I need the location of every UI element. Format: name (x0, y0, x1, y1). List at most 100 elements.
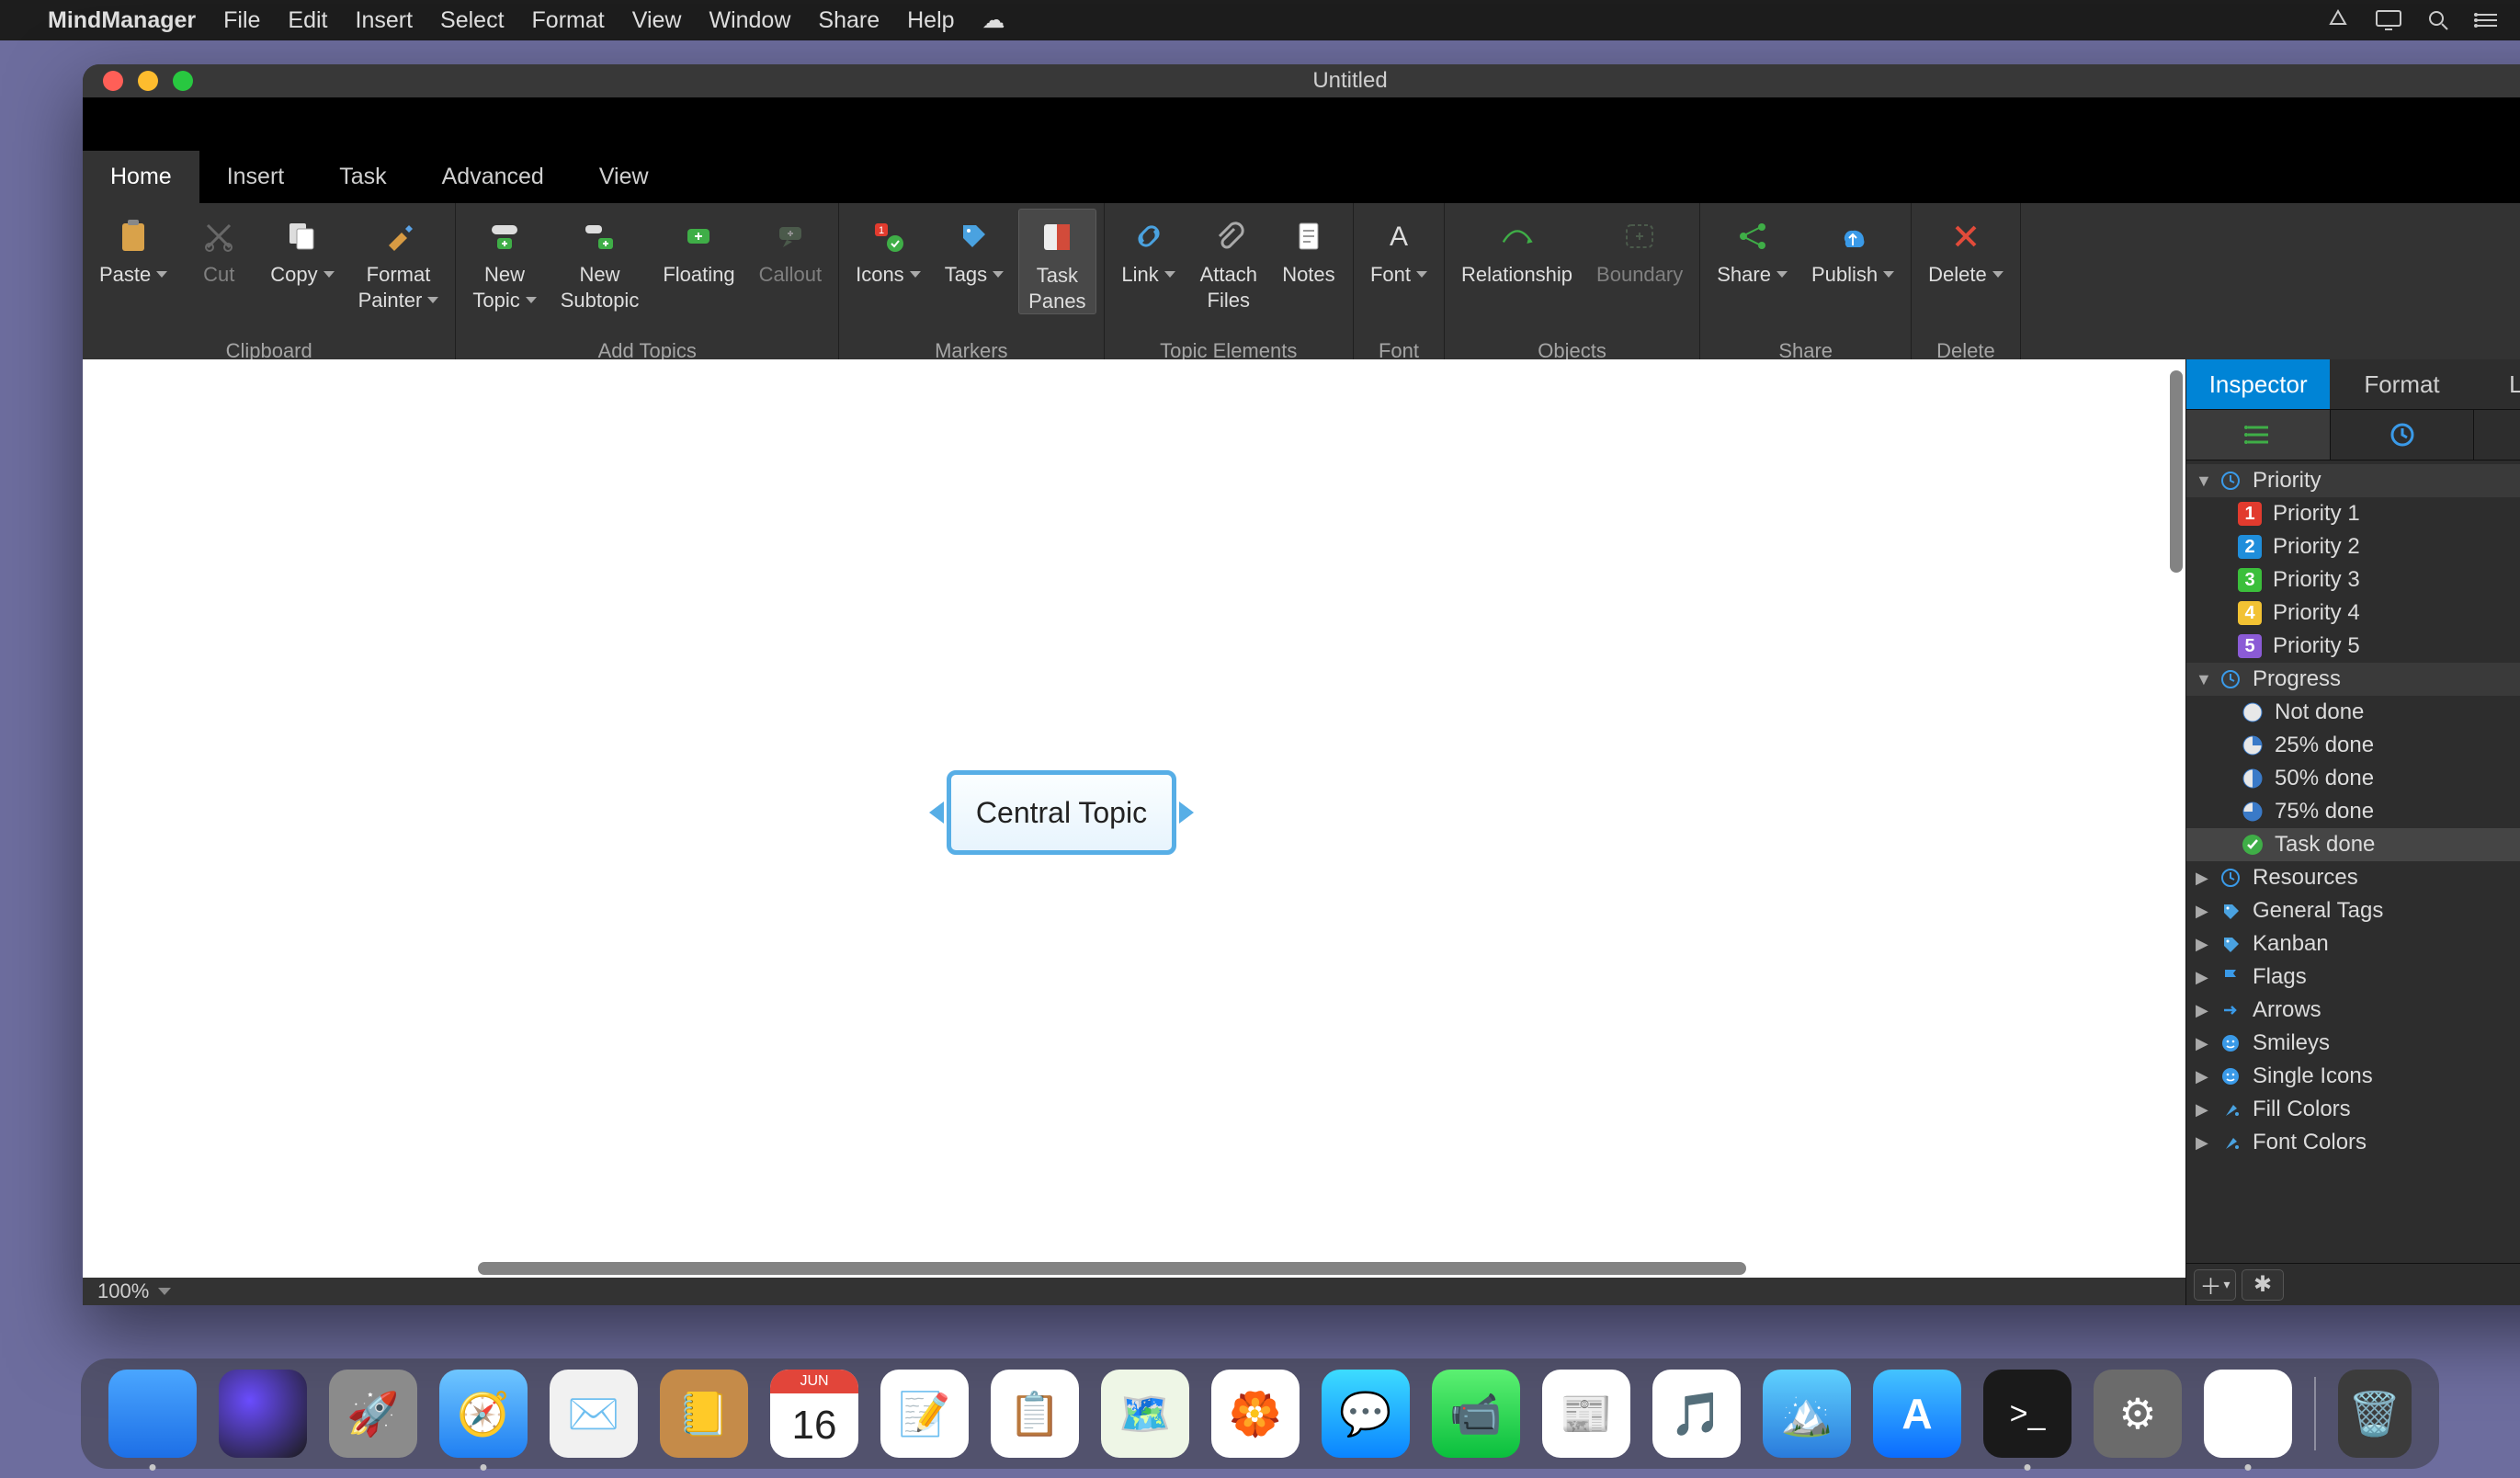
ribbon-tab-home[interactable]: Home (83, 151, 199, 203)
dock-app-maps[interactable]: 🗺️ (1101, 1370, 1189, 1458)
tree-group[interactable]: Kanban (2186, 927, 2520, 961)
dock-app-calendar[interactable]: JUN16 (770, 1370, 858, 1458)
add-marker-button[interactable]: ＋▾ (2194, 1269, 2236, 1301)
floating-button[interactable]: Floating (653, 209, 744, 288)
menubar-siri-icon[interactable] (2474, 10, 2500, 30)
dock-trash[interactable]: 🗑️ (2338, 1370, 2412, 1458)
dock-app-mindmanager[interactable]: M (2204, 1370, 2292, 1458)
zoom-level-dropdown[interactable]: 100% (97, 1279, 171, 1303)
inspector-mode-link-icon[interactable] (2474, 410, 2520, 460)
zoom-window-button[interactable] (173, 71, 193, 91)
macos-dock: 🚀🧭✉️📒JUN16📝📋🗺️🏵️💬📹📰🎵🏔️A>_⚙︎M 🗑️ (81, 1359, 2439, 1469)
ribbon-tab-task[interactable]: Task (312, 151, 414, 203)
central-topic-node[interactable]: Central Topic (947, 770, 1176, 855)
dock-app-appstore[interactable]: A (1873, 1370, 1961, 1458)
tree-group-progress[interactable]: Progress (2186, 663, 2520, 696)
dock-app-messages[interactable]: 💬 (1322, 1370, 1410, 1458)
priority-item[interactable]: 2Priority 2 (2186, 530, 2520, 563)
inspector-mode-task-icon[interactable] (2331, 410, 2475, 460)
panel-tab-library[interactable]: Library (2474, 359, 2520, 409)
dock-app-facetime[interactable]: 📹 (1432, 1370, 1520, 1458)
tree-group[interactable]: Single Icons (2186, 1060, 2520, 1093)
publish-button[interactable]: Publish (1802, 209, 1903, 288)
progress-item[interactable]: 50% done (2186, 762, 2520, 795)
relationship-button[interactable]: Relationship (1452, 209, 1582, 288)
dock-app-music[interactable]: 🎵 (1652, 1370, 1741, 1458)
tree-group[interactable]: Resources (2186, 861, 2520, 894)
priority-item[interactable]: 1Priority 1 (2186, 497, 2520, 530)
titlebar: Untitled (83, 64, 2520, 97)
link-button[interactable]: Link (1112, 209, 1186, 288)
close-window-button[interactable] (103, 71, 123, 91)
copy-button[interactable]: Copy (261, 209, 343, 288)
menu-select[interactable]: Select (440, 7, 504, 34)
tree-group[interactable]: Font Colors (2186, 1126, 2520, 1159)
group-icon (2216, 1064, 2245, 1088)
menubar-display-icon[interactable] (2375, 9, 2402, 31)
font-button[interactable]: A Font (1361, 209, 1436, 288)
canvas-vertical-scrollbar[interactable] (2167, 370, 2185, 1204)
new-subtopic-button[interactable]: New Subtopic (551, 209, 649, 313)
dock-app-finder[interactable] (108, 1370, 197, 1458)
dock-app-tv[interactable]: 🏔️ (1763, 1370, 1851, 1458)
dock-app-reminders[interactable]: 📋 (991, 1370, 1079, 1458)
dock-app-contacts[interactable]: 📒 (660, 1370, 748, 1458)
progress-item[interactable]: Not done (2186, 696, 2520, 729)
progress-item[interactable]: 75% done (2186, 795, 2520, 828)
menu-file[interactable]: File (223, 7, 260, 34)
tree-group[interactable]: Arrows (2186, 994, 2520, 1027)
mindmap-canvas[interactable]: Central Topic (83, 359, 2185, 1278)
menu-insert[interactable]: Insert (356, 7, 414, 34)
tree-group[interactable]: General Tags (2186, 894, 2520, 927)
priority-item[interactable]: 3Priority 3 (2186, 563, 2520, 597)
tree-group[interactable]: Flags (2186, 961, 2520, 994)
dock-app-launchpad[interactable]: 🚀 (329, 1370, 417, 1458)
ribbon-tab-advanced[interactable]: Advanced (414, 151, 572, 203)
task-panes-button[interactable]: Task Panes (1018, 209, 1095, 314)
panel-tab-inspector[interactable]: Inspector (2186, 359, 2330, 409)
canvas-horizontal-scrollbar[interactable] (478, 1259, 1910, 1278)
tree-group[interactable]: Fill Colors (2186, 1093, 2520, 1126)
menu-share[interactable]: Share (818, 7, 880, 34)
panel-tab-format[interactable]: Format (2330, 359, 2473, 409)
menu-edit[interactable]: Edit (288, 7, 327, 34)
dock-app-terminal[interactable]: >_ (1983, 1370, 2072, 1458)
menubar-spotlight-icon[interactable] (2426, 8, 2450, 32)
attach-files-button[interactable]: Attach Files (1191, 209, 1266, 313)
paste-button[interactable]: Paste (90, 209, 176, 288)
menu-view[interactable]: View (632, 7, 682, 34)
delete-button[interactable]: Delete (1919, 209, 2013, 288)
minimize-window-button[interactable] (138, 71, 158, 91)
progress-item[interactable]: 25% done (2186, 729, 2520, 762)
panel-settings-button[interactable]: ✱ (2242, 1269, 2284, 1301)
menu-help[interactable]: Help (907, 7, 954, 34)
menu-extra-icon[interactable]: ☁︎ (982, 6, 1005, 34)
tree-group[interactable]: Smileys (2186, 1027, 2520, 1060)
tags-button[interactable]: Tags (936, 209, 1013, 288)
progress-item-label: 75% done (2275, 799, 2374, 824)
tree-group-priority[interactable]: Priority (2186, 464, 2520, 497)
dock-app-mail[interactable]: ✉️ (550, 1370, 638, 1458)
progress-item[interactable]: Task done (2186, 828, 2520, 861)
menubar-app-name[interactable]: MindManager (48, 7, 196, 34)
menu-format[interactable]: Format (532, 7, 605, 34)
dock-app-sysprefs[interactable]: ⚙︎ (2094, 1370, 2182, 1458)
menu-window[interactable]: Window (709, 7, 790, 34)
dock-app-notes[interactable]: 📝 (880, 1370, 969, 1458)
dock-app-news[interactable]: 📰 (1542, 1370, 1630, 1458)
notes-button[interactable]: Notes (1272, 209, 1345, 288)
new-topic-button[interactable]: New Topic (463, 209, 545, 313)
icons-button[interactable]: 1 Icons (846, 209, 930, 288)
format-painter-button[interactable]: Format Painter (349, 209, 448, 313)
ribbon-tabs: Home Insert Task Advanced View (83, 151, 2520, 203)
dock-app-safari[interactable]: 🧭 (439, 1370, 528, 1458)
ribbon-tab-insert[interactable]: Insert (199, 151, 312, 203)
menubar-updates-icon[interactable] (2325, 7, 2351, 33)
inspector-mode-markers-icon[interactable] (2186, 410, 2331, 460)
dock-app-photos[interactable]: 🏵️ (1211, 1370, 1300, 1458)
priority-item[interactable]: 4Priority 4 (2186, 597, 2520, 630)
dock-app-siri[interactable] (219, 1370, 307, 1458)
ribbon-tab-view[interactable]: View (572, 151, 676, 203)
share-button[interactable]: Share (1708, 209, 1797, 288)
priority-item[interactable]: 5Priority 5 (2186, 630, 2520, 663)
